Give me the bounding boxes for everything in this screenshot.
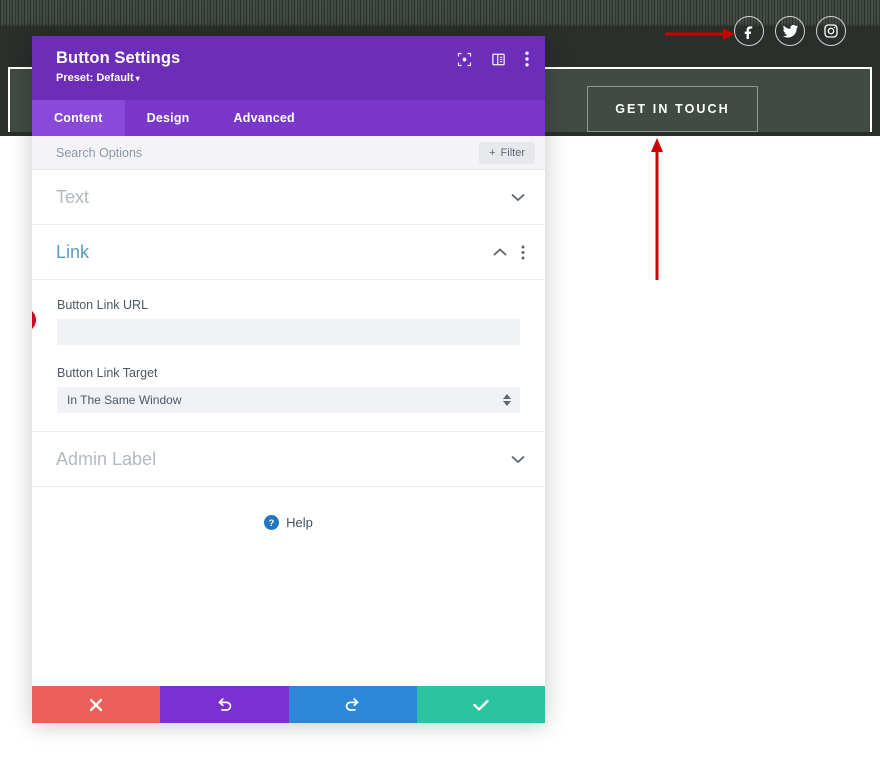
annotation-arrow-right xyxy=(665,28,735,40)
search-bar: + Filter xyxy=(32,136,545,170)
button-link-url-label: Button Link URL xyxy=(57,298,520,312)
facebook-icon[interactable] xyxy=(734,16,764,46)
annotation-arrow-up xyxy=(649,138,665,280)
step-badge-1: 1 xyxy=(32,308,36,332)
section-admin-label-title: Admin Label xyxy=(56,449,511,470)
save-button[interactable] xyxy=(417,686,545,723)
section-admin-label[interactable]: Admin Label xyxy=(32,432,545,487)
focus-target-icon[interactable] xyxy=(457,52,472,67)
get-in-touch-button[interactable]: GET IN TOUCH xyxy=(587,86,758,132)
tab-content[interactable]: Content xyxy=(32,100,125,136)
panel-layout-icon[interactable] xyxy=(491,52,506,67)
modal-body: Text Link xyxy=(32,170,545,686)
section-admin-label-controls xyxy=(511,455,525,464)
modal-header-icons xyxy=(457,51,529,67)
button-link-target-select[interactable]: In The Same Window In The New Tab xyxy=(57,387,520,413)
section-link-title: Link xyxy=(56,242,493,263)
modal-tabs: Content Design Advanced xyxy=(32,100,545,136)
preset-label: Preset: Default xyxy=(56,72,134,84)
button-settings-modal: Button Settings Preset: Default▾ xyxy=(32,36,545,723)
section-text[interactable]: Text xyxy=(32,170,545,225)
cancel-button[interactable] xyxy=(32,686,160,723)
modal-header: Button Settings Preset: Default▾ xyxy=(32,36,545,100)
help-label[interactable]: Help xyxy=(286,515,313,530)
instagram-icon[interactable] xyxy=(816,16,846,46)
button-link-target-wrapper: In The Same Window In The New Tab xyxy=(57,387,520,413)
plus-icon: + xyxy=(489,147,495,159)
section-text-title: Text xyxy=(56,187,511,208)
redo-button[interactable] xyxy=(289,686,417,723)
link-section-body: 1 Button Link URL Button Link Target In … xyxy=(32,280,545,432)
field-spacer xyxy=(57,345,520,362)
help-icon[interactable]: ? xyxy=(264,515,279,530)
social-icons-row xyxy=(734,16,846,46)
svg-text:?: ? xyxy=(269,518,275,528)
help-row[interactable]: ? Help xyxy=(32,487,545,530)
chevron-down-icon: ▾ xyxy=(136,74,140,83)
modal-footer xyxy=(32,686,545,723)
search-input[interactable] xyxy=(56,146,479,160)
screenshot-root: GET IN TOUCH Button xyxy=(0,0,880,767)
tab-design[interactable]: Design xyxy=(125,100,212,136)
chevron-up-icon[interactable] xyxy=(493,248,507,257)
chevron-down-icon[interactable] xyxy=(511,455,525,464)
chevron-down-icon[interactable] xyxy=(511,193,525,202)
section-link-controls xyxy=(493,245,525,260)
tab-advanced[interactable]: Advanced xyxy=(212,100,317,136)
filter-button-label: Filter xyxy=(501,147,525,159)
section-link[interactable]: Link xyxy=(32,225,545,280)
filter-button[interactable]: + Filter xyxy=(479,142,535,164)
button-link-target-label: Button Link Target xyxy=(57,366,520,380)
more-options-icon[interactable] xyxy=(525,51,529,67)
section-link-more-icon[interactable] xyxy=(521,245,525,260)
twitter-icon[interactable] xyxy=(775,16,805,46)
section-text-controls xyxy=(511,193,525,202)
button-link-url-input[interactable] xyxy=(57,319,520,345)
undo-button[interactable] xyxy=(160,686,288,723)
preset-selector[interactable]: Preset: Default▾ xyxy=(56,72,140,84)
